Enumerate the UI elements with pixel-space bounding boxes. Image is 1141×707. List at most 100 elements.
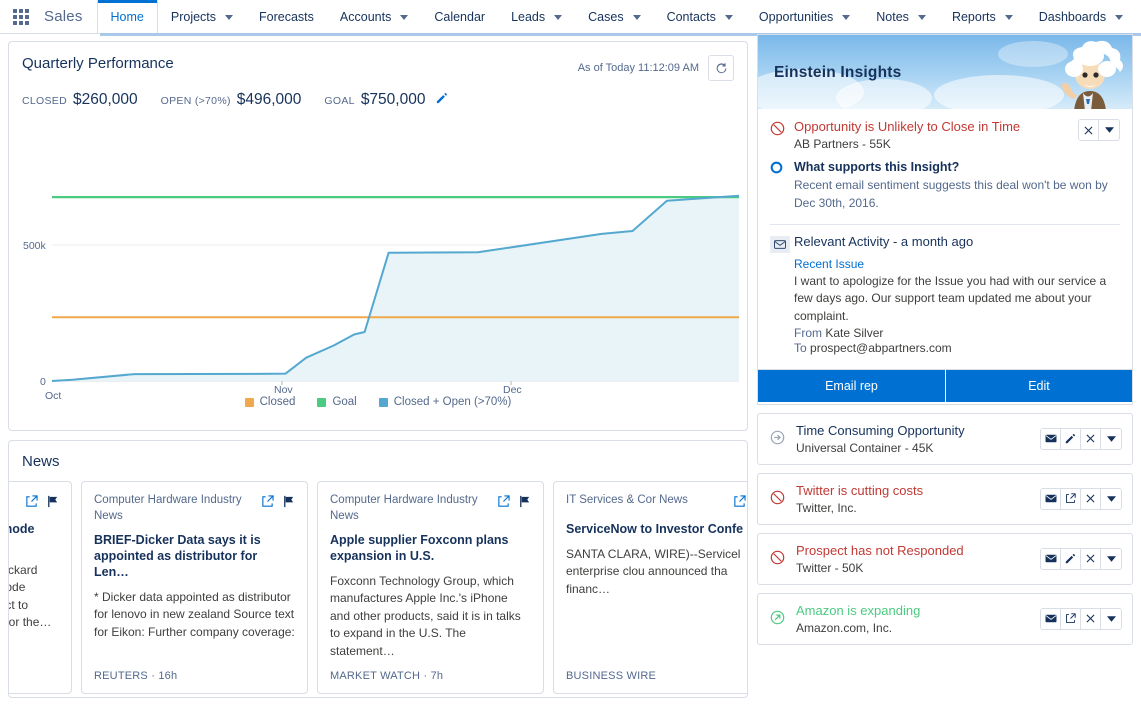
close-icon[interactable] <box>1081 548 1101 569</box>
news-source: REUTERS · 16h <box>94 670 178 682</box>
close-icon[interactable] <box>1081 488 1101 509</box>
nav-item-calendar[interactable]: Calendar <box>421 0 498 33</box>
chevron-down-icon[interactable] <box>1101 428 1121 449</box>
pencil-icon[interactable] <box>1061 548 1081 569</box>
from-label: From <box>794 325 822 340</box>
chevron-down-icon[interactable] <box>842 14 851 20</box>
share-icon[interactable] <box>25 495 38 513</box>
flag-icon[interactable] <box>282 495 295 513</box>
nav-item-contacts[interactable]: Contacts <box>654 0 746 33</box>
insight-activity-section: Relevant Activity - a month ago Recent I… <box>758 225 1132 359</box>
envelope-icon[interactable] <box>1041 608 1061 629</box>
chevron-down-icon[interactable] <box>917 14 926 20</box>
legend-item-closed[interactable]: Closed <box>244 396 295 408</box>
featured-insight-buttons: Email rep Edit <box>758 368 1132 402</box>
nav-item-home[interactable]: Home <box>96 0 158 33</box>
pencil-icon[interactable] <box>1061 428 1081 449</box>
support-title: What supports this Insight? <box>794 159 960 174</box>
news-card[interactable]: Computer Hardware Industry News BRIEF-Dic… <box>81 481 308 694</box>
insight-item-title[interactable]: Twitter is cutting costs <box>796 483 1040 500</box>
insight-item-title[interactable]: Time Consuming Opportunity <box>796 423 1040 440</box>
news-category: Computer Hardware Industry News <box>94 494 242 522</box>
share-icon[interactable] <box>1061 608 1081 629</box>
news-card-strip[interactable]: e Industry ntersues Rhode uter project – H… <box>9 481 747 697</box>
envelope-icon[interactable] <box>1041 428 1061 449</box>
share-icon[interactable] <box>1061 488 1081 509</box>
news-card-top: Computer Hardware Industry News <box>330 493 531 524</box>
cloud-decor-icon <box>836 79 932 109</box>
nav-item-projects[interactable]: Projects <box>158 0 246 33</box>
share-icon[interactable] <box>733 495 746 513</box>
news-body: SANTA CLARA, WIRE)--Servicel enterprise … <box>566 547 741 596</box>
chevron-down-icon[interactable] <box>632 14 641 20</box>
nav-item-leads[interactable]: Leads <box>498 0 575 33</box>
chevron-down-icon[interactable] <box>225 14 234 20</box>
activity-link[interactable]: Recent Issue <box>794 257 1120 271</box>
metric-value-open: $496,000 <box>236 91 302 108</box>
close-icon[interactable] <box>1081 428 1101 449</box>
chevron-down-icon[interactable] <box>1099 120 1119 140</box>
nav-item-label: Accounts <box>339 9 392 24</box>
chevron-down-icon[interactable] <box>724 14 733 20</box>
email-rep-button[interactable]: Email rep <box>758 369 945 402</box>
news-card[interactable]: Computer Hardware Industry News Apple sup… <box>317 481 544 694</box>
einstein-panel-header: Einstein Insights <box>757 34 1133 109</box>
news-category: Computer Hardware Industry News <box>330 494 478 522</box>
chevron-down-icon[interactable] <box>1101 488 1121 509</box>
featured-insight-title[interactable]: Opportunity is Unlikely to Close in Time <box>794 119 1078 136</box>
refresh-button[interactable] <box>708 55 734 81</box>
share-icon[interactable] <box>261 495 274 513</box>
nav-item-forecasts[interactable]: Forecasts <box>246 0 327 33</box>
nav-item-dashboards[interactable]: Dashboards <box>1026 0 1136 33</box>
insight-list-item[interactable]: Prospect has not Responded Twitter - 50K <box>757 532 1133 585</box>
chevron-down-icon[interactable] <box>400 14 409 20</box>
legend-item-closed-open-70-[interactable]: Closed + Open (>70%) <box>378 396 511 408</box>
share-icon[interactable] <box>497 495 510 513</box>
news-source: BUSINESS WIRE <box>566 670 657 682</box>
x-tick-dec-label: Dec <box>503 384 522 396</box>
close-icon[interactable] <box>1079 120 1099 140</box>
insight-item-title[interactable]: Prospect has not Responded <box>796 543 1040 560</box>
flag-icon[interactable] <box>46 495 59 513</box>
news-headline[interactable]: Apple supplier Foxconn plans expansion i… <box>330 532 531 564</box>
news-card[interactable]: e Industry ntersues Rhode uter project – H… <box>9 481 72 694</box>
chevron-down-icon[interactable] <box>554 14 563 20</box>
nav-item-opportunities[interactable]: Opportunities <box>746 0 863 33</box>
chart-legend: Closed Goal Closed + Open (>70%) <box>9 396 747 408</box>
insight-list-item[interactable]: Twitter is cutting costs Twitter, Inc. <box>757 472 1133 525</box>
featured-insight-header[interactable]: Opportunity is Unlikely to Close in Time… <box>758 109 1132 155</box>
news-headline[interactable]: BRIEF-Dicker Data says it is appointed a… <box>94 532 295 580</box>
nav-item-reports[interactable]: Reports <box>939 0 1026 33</box>
flag-icon[interactable] <box>518 495 531 513</box>
insight-list-item[interactable]: Time Consuming Opportunity Universal Cont… <box>757 412 1133 465</box>
envelope-icon[interactable] <box>1041 548 1061 569</box>
as-of-timestamp: As of Today 11:12:09 AM <box>577 62 699 74</box>
app-launcher-button[interactable] <box>0 0 42 33</box>
to-label: To <box>794 340 807 355</box>
pencil-icon[interactable] <box>436 91 448 109</box>
nav-item-cases[interactable]: Cases <box>575 0 653 33</box>
chevron-down-icon[interactable] <box>1101 548 1121 569</box>
nav-item-label: Leads <box>511 9 546 24</box>
legend-item-goal[interactable]: Goal <box>317 396 357 408</box>
from-value: Kate Silver <box>825 325 884 340</box>
news-card: News e Industry ntersues Rhode uter proje… <box>8 440 748 698</box>
featured-insight-actions <box>1078 119 1120 151</box>
insight-item-title[interactable]: Amazon is expanding <box>796 603 1040 620</box>
insight-list-item[interactable]: Amazon is expanding Amazon.com, Inc. <box>757 592 1133 645</box>
nav-item-accounts[interactable]: Accounts <box>327 0 421 33</box>
legend-swatch <box>244 397 254 407</box>
nav-item-notes[interactable]: Notes <box>863 0 939 33</box>
chevron-down-icon[interactable] <box>1101 608 1121 629</box>
news-headline[interactable]: ntersues Rhode uter project <box>9 521 59 553</box>
edit-button[interactable]: Edit <box>945 369 1132 402</box>
chevron-down-icon[interactable] <box>1115 14 1124 20</box>
news-headline[interactable]: ServiceNow to Investor Confe <box>566 521 747 537</box>
news-card[interactable]: IT Services & Cor News ServiceNow to Inve… <box>553 481 747 694</box>
envelope-icon[interactable] <box>1041 488 1061 509</box>
news-card-actions <box>261 493 295 513</box>
insight-list: Time Consuming Opportunity Universal Cont… <box>757 412 1133 645</box>
chevron-down-icon[interactable] <box>1004 14 1013 20</box>
close-icon[interactable] <box>1081 608 1101 629</box>
app-name[interactable]: Sales <box>42 0 97 33</box>
